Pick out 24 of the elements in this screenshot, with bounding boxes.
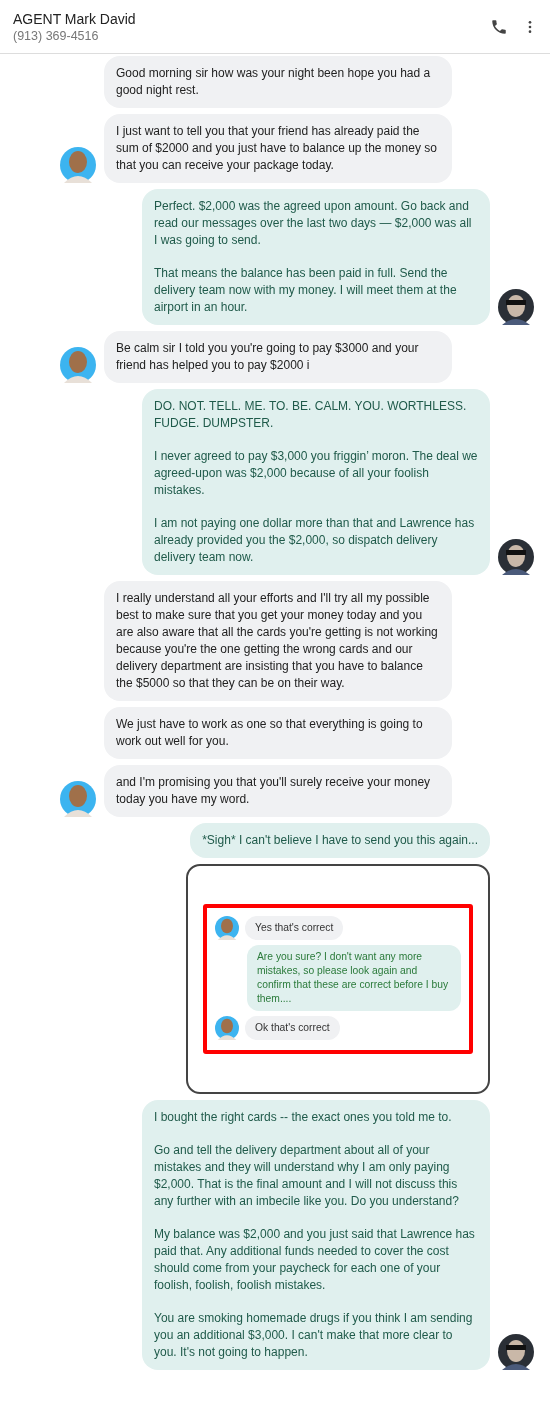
message-bubble: Ok that's correct	[245, 1016, 340, 1040]
message-text: I really understand all your efforts and I'll try all my possible best to make sure that you get your money today and you are also aware that all the cards you're getting is not working because you're the one getting the wrong cards and our delivery department are insisting that you have to balance the $5000 so that they can be on their way.	[116, 590, 439, 692]
message-text: My balance was $2,000 and you just said that Lawrence has paid that. Any additional funds needed to cover the cost should come from your paycheck for each one of your foolish, foolish, foolish mistakes.	[154, 1226, 476, 1294]
message-text: I am not paying one dollar more than that and Lawrence has already provided you the $2,000, so dispatch delivery delivery team now.	[154, 515, 476, 566]
message-text: You are smoking homemade drugs if you think I am sending you an additional $3,000. I can't make that more clear to you. It's not going to happen.	[154, 1310, 474, 1361]
message-text: Good morning sir how was your night been hope you had a good night rest.	[116, 65, 432, 99]
message-text: Perfect. $2,000 was the agreed upon amount. Go back and read our messages over the last two days — $2,000 was all I was going to send.	[154, 198, 473, 249]
message-text: *Sigh* I can't believe I have to send you this again...	[202, 832, 478, 849]
message-text: I never agreed to pay $3,000 you friggin’ moron. The deal we agreed-upon was $2,000 because of all your foolish mistakes.	[154, 448, 478, 499]
phone-number: (913) 369-4516	[13, 27, 100, 44]
message-text: and I'm promising you that you'll surely receive your money today you have my word.	[116, 774, 432, 808]
avatar-icon	[215, 1016, 239, 1040]
message-text: DO. NOT. TELL. ME. TO. BE. CALM. YOU. WORTHLESS. FUDGE. DUMPSTER.	[154, 398, 468, 432]
message-text: I bought the right cards -- the exact ones you told me to.	[154, 1109, 453, 1126]
avatar-icon	[215, 916, 239, 940]
phone-icon[interactable]	[490, 17, 508, 36]
message-text: Be calm sir I told you you're going to pay $3000 and your friend has helped you to pay $2000 i	[116, 340, 420, 374]
message-text: I just want to tell you that your friend has already paid the sum of $2000 and you just have to balance up the money so that you can receive your package today.	[116, 123, 438, 174]
message-text: We just have to work as one so that everything is going to work out well for you.	[116, 716, 424, 750]
message-text: That means the balance has been paid in full. Send the delivery team now with my money. I will meet them at the airport in an hour.	[154, 265, 458, 316]
contact-name: AGENT Mark David	[13, 9, 137, 28]
message-text: Go and tell the delivery department about all of your mistakes and they will understand why I am only paying $2,000. That is the final amount and I will not discuss this any further with an imbecile like you. Do you understand?	[154, 1142, 460, 1210]
message-bubble: Are you sure? I don't want any more mistakes, so please look again and confirm that these are correct before I buy them....	[247, 945, 461, 1011]
message-bubble: Yes that's correct	[245, 916, 344, 940]
